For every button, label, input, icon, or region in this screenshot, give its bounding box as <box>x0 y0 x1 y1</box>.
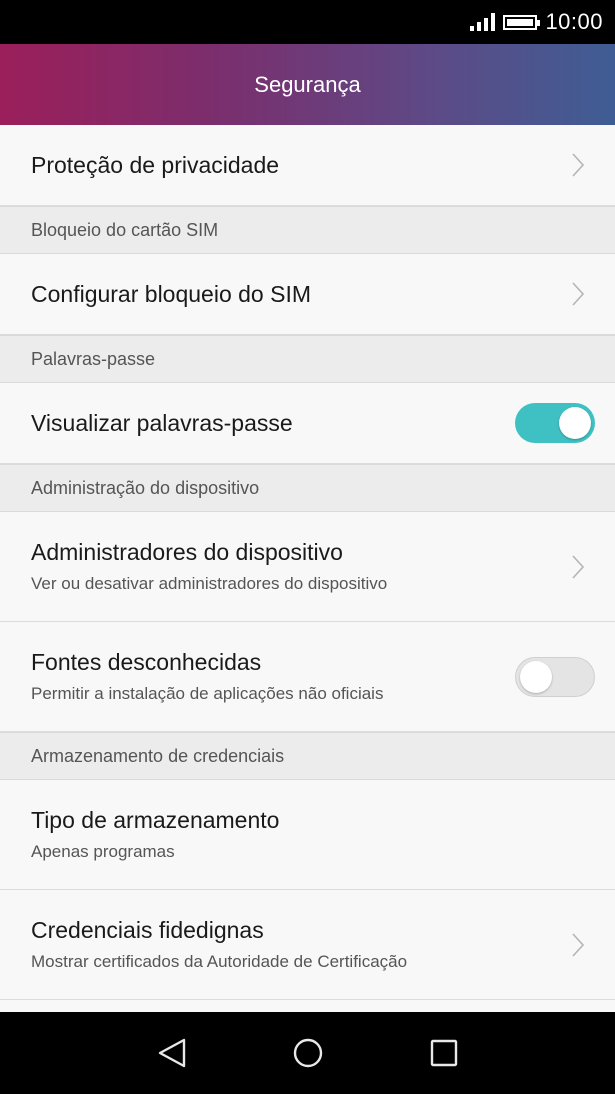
item-title: Proteção de privacidade <box>31 151 280 178</box>
item-text: Proteção de privacidade <box>31 152 567 179</box>
item-subtitle: Ver ou desativar administradores do disp… <box>31 574 388 593</box>
section-header-credentials: Armazenamento de credenciais <box>0 732 615 780</box>
item-text: Fontes desconhecidas Permitir a instalaç… <box>31 649 515 704</box>
toggle-knob <box>559 407 591 439</box>
status-time: 10:00 <box>545 9 603 34</box>
screen: 10:00 Segurança Proteção de privacidade … <box>0 0 615 1094</box>
chevron-right-icon <box>567 153 589 177</box>
item-title: Fontes desconhecidas <box>31 649 262 675</box>
show-passwords-toggle[interactable] <box>515 403 595 443</box>
signal-icon <box>470 13 496 31</box>
settings-list: Proteção de privacidade Bloqueio do cart… <box>0 125 615 1000</box>
toggle-knob <box>520 660 552 693</box>
section-header-sim: Bloqueio do cartão SIM <box>0 206 615 254</box>
item-text: Administradores do dispositivo Ver ou de… <box>31 539 567 594</box>
unknown-sources-toggle[interactable] <box>515 656 595 697</box>
home-icon[interactable] <box>290 1035 326 1071</box>
item-subtitle: Apenas programas <box>31 842 175 861</box>
item-title: Administradores do dispositivo <box>31 539 343 565</box>
device-admins-item[interactable]: Administradores do dispositivo Ver ou de… <box>0 512 615 622</box>
app-header: Segurança <box>0 44 615 125</box>
page-title: Segurança <box>254 71 361 97</box>
item-text: Configurar bloqueio do SIM <box>31 281 567 308</box>
privacy-protection-item[interactable]: Proteção de privacidade <box>0 125 615 206</box>
item-title: Visualizar palavras-passe <box>31 409 293 436</box>
chevron-right-icon <box>567 554 589 579</box>
item-text: Credenciais fidedignas Mostrar certifica… <box>31 917 567 972</box>
sim-lock-item[interactable]: Configurar bloqueio do SIM <box>0 254 615 335</box>
unknown-sources-item[interactable]: Fontes desconhecidas Permitir a instalaç… <box>0 622 615 732</box>
back-icon[interactable] <box>154 1035 190 1071</box>
item-title: Credenciais fidedignas <box>31 917 264 943</box>
chevron-right-icon <box>567 282 589 306</box>
recents-icon[interactable] <box>426 1035 462 1071</box>
trusted-credentials-item[interactable]: Credenciais fidedignas Mostrar certifica… <box>0 890 615 1000</box>
item-title: Configurar bloqueio do SIM <box>31 280 311 307</box>
status-bar: 10:00 <box>0 0 615 44</box>
storage-type-item[interactable]: Tipo de armazenamento Apenas programas <box>0 780 615 890</box>
item-text: Visualizar palavras-passe <box>31 410 515 437</box>
navigation-bar <box>0 1012 615 1094</box>
item-title: Tipo de armazenamento <box>31 807 280 833</box>
section-header-device-admin: Administração do dispositivo <box>0 464 615 512</box>
battery-icon <box>503 14 541 30</box>
section-header-passwords: Palavras-passe <box>0 335 615 383</box>
show-passwords-item[interactable]: Visualizar palavras-passe <box>0 383 615 464</box>
item-subtitle: Mostrar certificados da Autoridade de Ce… <box>31 952 408 971</box>
chevron-right-icon <box>567 932 589 957</box>
item-text: Tipo de armazenamento Apenas programas <box>31 807 595 862</box>
item-subtitle: Permitir a instalação de aplicações não … <box>31 684 384 703</box>
